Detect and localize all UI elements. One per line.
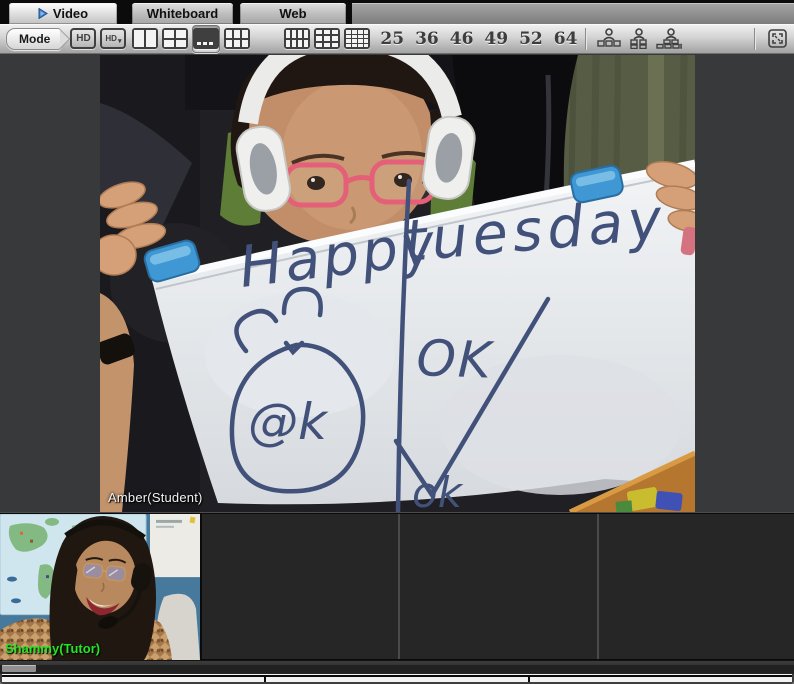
fullscreen-icon <box>768 29 787 48</box>
video-toolbar: Mode HD HD▾ 25 36 46 49 52 64 <box>0 24 794 54</box>
slot-divider <box>597 514 599 659</box>
tab-video[interactable]: Video <box>9 3 117 24</box>
view-size-group: 25 36 46 49 52 64 <box>380 29 577 49</box>
board-circled-ok: @k <box>248 393 329 451</box>
tab-whiteboard-label: Whiteboard <box>147 6 219 21</box>
layout-speaker-icon <box>193 28 219 49</box>
layout-1plus-strip-button[interactable] <box>254 26 280 52</box>
tutor-video-tile[interactable]: Shammy(Tutor) <box>0 514 200 660</box>
tutor-name-label: Shammy(Tutor) <box>5 641 100 656</box>
layout-2pane-icon <box>132 28 158 49</box>
podium-6-students-icon <box>656 28 682 49</box>
podium-3-students-button[interactable] <box>596 26 622 52</box>
layout-4grid-button[interactable] <box>162 26 188 52</box>
board-ok-lower: ok <box>412 468 464 512</box>
view-size-button-64[interactable]: 64 <box>554 29 578 49</box>
student-name-label: Amber(Student) <box>108 490 203 505</box>
tab-bar: Video Whiteboard Web <box>0 0 794 24</box>
view-size-button-46[interactable]: 46 <box>450 29 474 49</box>
board-ok-upper: OK <box>416 329 496 390</box>
student-video-scene: Happy tuesday @k OK ok <box>100 55 695 512</box>
layout-16grid-icon <box>344 28 370 49</box>
fullscreen-button[interactable] <box>764 26 790 52</box>
board-poster <box>150 514 200 577</box>
hd-icon: HD <box>70 28 96 49</box>
tutor-video-scene <box>0 514 200 660</box>
mode-button-label: Mode <box>19 32 50 46</box>
layout-speaker-button[interactable] <box>192 25 220 53</box>
view-size-button-52[interactable]: 52 <box>519 29 543 49</box>
tab-strip-filler <box>352 3 794 24</box>
podium-6-students-button[interactable] <box>656 26 682 52</box>
podium-4-students-button[interactable] <box>626 26 652 52</box>
classroom-window: { "tabs": { "video": "Video", "whiteboar… <box>0 0 794 674</box>
active-tab-arrow-icon <box>38 8 48 19</box>
layout-8grid-icon <box>284 28 310 49</box>
view-size-button-36[interactable]: 36 <box>415 29 439 49</box>
view-size-button-49[interactable]: 49 <box>484 29 508 49</box>
empty-slot-row <box>202 514 794 659</box>
layout-6grid-icon <box>224 28 250 49</box>
tab-web-label: Web <box>279 6 306 21</box>
main-stage: Happy tuesday @k OK ok <box>0 54 794 512</box>
scrollbar-thumb[interactable] <box>2 665 36 672</box>
podium-3-students-icon <box>596 28 622 49</box>
layout-4grid-icon <box>162 28 188 49</box>
bottom-scrollbar <box>0 660 794 674</box>
student-video-tile[interactable]: Happy tuesday @k OK ok <box>100 55 695 512</box>
scrollbar-track[interactable] <box>0 665 794 673</box>
tab-video-label: Video <box>53 6 88 21</box>
tab-web[interactable]: Web <box>240 3 346 24</box>
hd-auto-button[interactable]: HD▾ <box>100 26 126 52</box>
podium-4-students-icon <box>627 28 651 49</box>
tab-whiteboard[interactable]: Whiteboard <box>132 3 233 24</box>
hd-button[interactable]: HD <box>70 26 96 52</box>
layout-9grid-button[interactable] <box>314 26 340 52</box>
view-size-button-25[interactable]: 25 <box>380 29 404 49</box>
mode-button[interactable]: Mode <box>6 28 61 50</box>
slot-divider <box>398 514 400 659</box>
layout-2pane-button[interactable] <box>132 26 158 52</box>
layout-9grid-icon <box>314 28 340 49</box>
layout-6grid-button[interactable] <box>224 26 250 52</box>
layout-8grid-button[interactable] <box>284 26 310 52</box>
layout-16grid-button[interactable] <box>344 26 370 52</box>
hd-auto-icon: HD▾ <box>100 28 126 49</box>
video-strip: Shammy(Tutor) <box>0 512 794 660</box>
